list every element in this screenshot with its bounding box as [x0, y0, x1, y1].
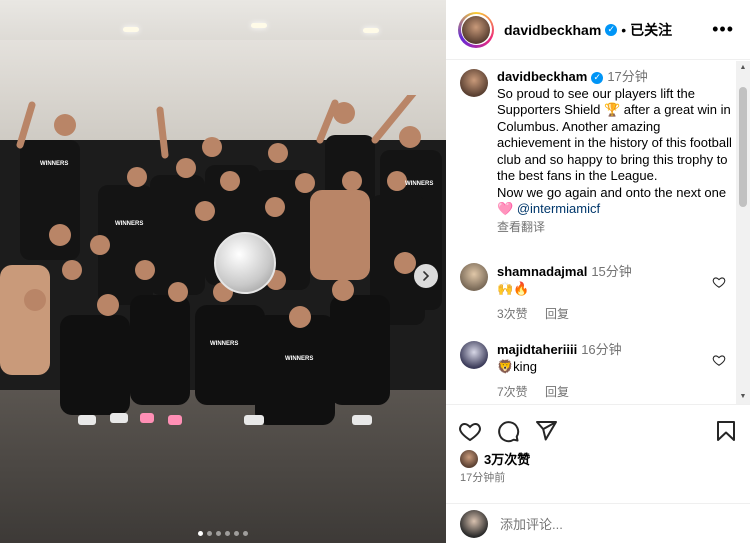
comment-icon[interactable] [496, 419, 520, 443]
commenter-avatar[interactable] [460, 341, 488, 369]
commenter-username[interactable]: majidtaheriiii [497, 342, 577, 357]
likes-count[interactable]: 3万次赞 [484, 449, 530, 468]
svg-text:WINNERS: WINNERS [405, 181, 433, 187]
caption-text: So proud to see our players lift the Sup… [497, 85, 732, 217]
follow-state-button[interactable]: 已关注 [630, 20, 672, 40]
post-actions: 3万次赞 17分钟前 [446, 404, 750, 543]
comment-text: 🙌🔥 [497, 281, 530, 296]
svg-text:WINNERS: WINNERS [210, 341, 238, 347]
comment-input[interactable] [500, 516, 700, 532]
ceiling-light [363, 28, 379, 33]
scroll-up-icon[interactable]: ▲ [736, 61, 750, 75]
chevron-right-icon [423, 271, 430, 281]
svg-text:WINNERS: WINNERS [285, 356, 313, 362]
svg-text:WINNERS: WINNERS [40, 161, 68, 167]
comments-list[interactable]: davidbeckham ✓ 17分钟 So proud to see our pl… [446, 61, 736, 404]
caption-avatar[interactable] [460, 69, 488, 97]
scrollbar-thumb[interactable] [739, 87, 747, 207]
commenter-avatar[interactable] [460, 263, 488, 291]
comment-item: shamnadajmal 15分钟 🙌🔥 3次赞 回复 [460, 263, 732, 323]
comment-reply-button[interactable]: 回复 [545, 307, 569, 321]
see-translation-link[interactable]: 查看翻译 [497, 219, 732, 236]
likes-summary[interactable]: 3万次赞 [460, 449, 530, 468]
comment-reply-button[interactable]: 回复 [545, 385, 569, 399]
carousel-dot [234, 531, 239, 536]
heart-icon[interactable] [712, 353, 726, 367]
scroll-down-icon[interactable]: ▼ [736, 390, 750, 404]
post-photo[interactable]: WINNERS WINNERS WINNERS WINNERS WINNERS [0, 0, 446, 543]
comment-time: 16分钟 [581, 342, 622, 357]
comment-like-count[interactable]: 3次赞 [497, 307, 528, 321]
carousel-dot [216, 531, 221, 536]
liker-avatar [460, 449, 478, 468]
post-side-panel: davidbeckham ✓ • 已关注 ••• davidbeckham ✓ 17… [446, 0, 750, 543]
comment-text: 🦁king [497, 359, 538, 374]
verified-badge-icon: ✓ [591, 71, 604, 84]
verified-badge-icon: ✓ [605, 23, 618, 36]
carousel-dot [225, 531, 230, 536]
add-comment-bar [446, 503, 750, 543]
carousel-dot [198, 531, 203, 536]
carousel-dot [243, 531, 248, 536]
carousel-next-button[interactable] [414, 264, 438, 288]
post-timestamp[interactable]: 17分钟前 [460, 469, 505, 485]
action-bar [458, 419, 738, 443]
ceiling-light [123, 27, 139, 32]
separator-dot: • [621, 21, 627, 38]
carousel-dot [207, 531, 212, 536]
comments-scrollbar[interactable]: ▲ ▼ [736, 61, 750, 404]
comment-time: 15分钟 [591, 264, 632, 279]
ceiling-light [251, 23, 267, 28]
post-caption: davidbeckham ✓ 17分钟 So proud to see our pl… [460, 69, 732, 235]
author-username[interactable]: davidbeckham [504, 22, 601, 38]
caption-mention-link[interactable]: @intermiamicf [517, 201, 600, 216]
svg-text:WINNERS: WINNERS [115, 221, 143, 227]
bookmark-icon[interactable] [714, 419, 738, 443]
comment-like-count[interactable]: 7次赞 [497, 385, 528, 399]
heart-icon[interactable] [458, 419, 482, 443]
paper-plane-icon[interactable] [534, 419, 558, 443]
current-user-avatar [460, 510, 488, 538]
comment-item: majidtaheriiii 16分钟 🦁king 7次赞 回复 [460, 341, 732, 401]
more-dots-icon[interactable]: ••• [712, 20, 734, 38]
caption-username[interactable]: davidbeckham [497, 69, 587, 84]
author-avatar[interactable] [458, 11, 494, 48]
heart-icon[interactable] [712, 275, 726, 289]
post-header: davidbeckham ✓ • 已关注 ••• [446, 0, 750, 60]
supporters-shield-trophy [214, 232, 276, 294]
commenter-username[interactable]: shamnadajmal [497, 264, 587, 279]
carousel-dots [0, 531, 446, 536]
caption-time: 17分钟 [607, 69, 648, 84]
